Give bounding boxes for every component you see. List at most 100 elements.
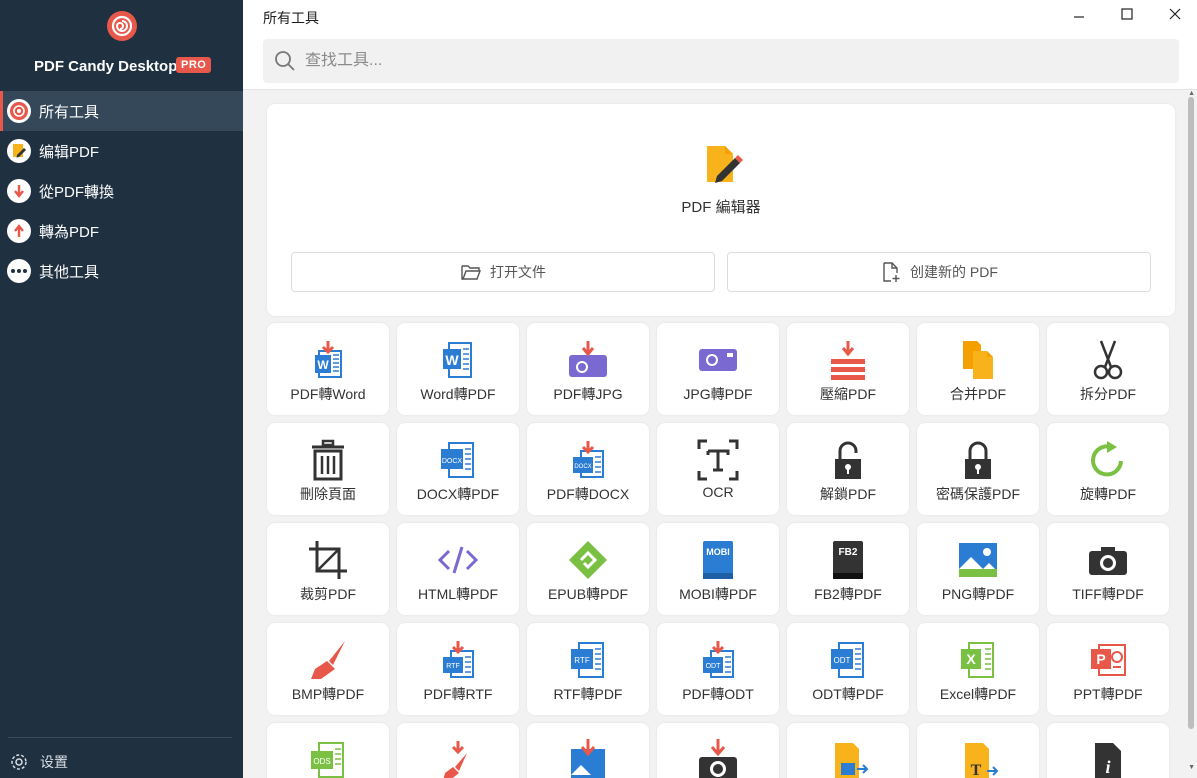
- tool-ocr[interactable]: OCR: [657, 423, 779, 515]
- sidebar-item-convert-from-pdf[interactable]: 從PDF轉換: [0, 171, 243, 211]
- protect-pdf-icon: [957, 439, 999, 481]
- maximize-button[interactable]: [1112, 2, 1142, 26]
- pdf-to-rtf-icon: RTF: [437, 639, 479, 681]
- tool-ppt-to-pdf[interactable]: P PPT轉PDF: [1047, 623, 1169, 715]
- candy-logo-icon: [106, 11, 137, 41]
- tool-mobi-to-pdf[interactable]: MOBI MOBI轉PDF: [657, 523, 779, 615]
- svg-text:ODT: ODT: [706, 663, 722, 670]
- tool-compress-pdf[interactable]: 壓縮PDF: [787, 323, 909, 415]
- tool-word-to-pdf[interactable]: W Word轉PDF: [397, 323, 519, 415]
- vertical-scrollbar[interactable]: [1188, 97, 1194, 729]
- tool-pdf-info[interactable]: i: [1047, 723, 1169, 778]
- unlock-pdf-icon: [827, 439, 869, 481]
- pdf-to-odt-icon: ODT: [697, 639, 739, 681]
- tool-pdf-to-png[interactable]: [527, 723, 649, 778]
- tool-pdf-to-odt[interactable]: ODT PDF轉ODT: [657, 623, 779, 715]
- tool-tiff-to-pdf[interactable]: TIFF轉PDF: [1047, 523, 1169, 615]
- svg-text:RTF: RTF: [446, 663, 459, 670]
- sidebar-item-label: 轉為PDF: [39, 223, 100, 241]
- scroll-down-icon[interactable]: ▼: [1188, 764, 1195, 771]
- tool-split-pdf[interactable]: 拆分PDF: [1047, 323, 1169, 415]
- tool-excel-to-pdf[interactable]: X Excel轉PDF: [917, 623, 1039, 715]
- svg-text:DOCX: DOCX: [574, 464, 591, 470]
- html-to-pdf-icon: [437, 539, 479, 581]
- sidebar-item-edit-pdf[interactable]: 编辑PDF: [0, 131, 243, 171]
- tool-txt-to-pdf[interactable]: T: [917, 723, 1039, 778]
- open-file-button[interactable]: 打开文件: [291, 252, 715, 292]
- tool-pdf-to-docx[interactable]: DOCX PDF轉DOCX: [527, 423, 649, 515]
- tool-image-to-pdf[interactable]: [787, 723, 909, 778]
- rotate-pdf-icon: [1087, 439, 1129, 481]
- tool-rtf-to-pdf[interactable]: RTF RTF轉PDF: [527, 623, 649, 715]
- new-file-icon: [883, 262, 900, 282]
- tool-png-to-pdf[interactable]: PNG轉PDF: [917, 523, 1039, 615]
- tool-label: PDF轉RTF: [423, 686, 493, 702]
- sidebar-item-label: 所有工具: [39, 103, 100, 121]
- sidebar-item-convert-to-pdf[interactable]: 轉為PDF: [0, 211, 243, 251]
- tool-unlock-pdf[interactable]: 解鎖PDF: [787, 423, 909, 515]
- settings-button[interactable]: 设置: [10, 752, 68, 772]
- tool-pdf-to-bmp[interactable]: [397, 723, 519, 778]
- folder-open-icon: [461, 265, 482, 280]
- tool-html-to-pdf[interactable]: HTML轉PDF: [397, 523, 519, 615]
- tool-label: 解鎖PDF: [820, 486, 876, 502]
- tool-bmp-to-pdf[interactable]: BMP轉PDF: [267, 623, 389, 715]
- svg-text:MOBI: MOBI: [706, 547, 730, 557]
- scroll-up-icon[interactable]: ▲: [1188, 90, 1195, 97]
- tool-rotate-pdf[interactable]: 旋轉PDF: [1047, 423, 1169, 515]
- svg-text:P: P: [1096, 651, 1105, 667]
- maximize-icon: [1121, 8, 1133, 20]
- tool-protect-pdf[interactable]: 密碼保護PDF: [917, 423, 1039, 515]
- pdf-to-png-icon: [567, 739, 609, 778]
- pdf-to-word-icon: W: [307, 339, 349, 381]
- tool-jpg-to-pdf[interactable]: JPG轉PDF: [657, 323, 779, 415]
- divider: [8, 737, 232, 738]
- sidebar-item-all-tools[interactable]: 所有工具: [0, 91, 243, 131]
- excel-to-pdf-icon: X: [957, 639, 999, 681]
- pdf-to-tiff-icon: [697, 739, 739, 778]
- tool-docx-to-pdf[interactable]: DOCX DOCX轉PDF: [397, 423, 519, 515]
- tool-label: PDF轉ODT: [682, 686, 754, 702]
- arrow-down-icon: [7, 179, 31, 203]
- tool-pdf-to-jpg[interactable]: PDF轉JPG: [527, 323, 649, 415]
- tool-ods-to-pdf[interactable]: ODS: [267, 723, 389, 778]
- tool-crop-pdf[interactable]: 裁剪PDF: [267, 523, 389, 615]
- svg-text:FB2: FB2: [839, 547, 858, 558]
- mobi-to-pdf-icon: MOBI: [697, 539, 739, 581]
- txt-to-pdf-icon: T: [957, 739, 999, 778]
- tool-fb2-to-pdf[interactable]: FB2 FB2轉PDF: [787, 523, 909, 615]
- crop-pdf-icon: [307, 539, 349, 581]
- tool-pdf-to-word[interactable]: W PDF轉Word: [267, 323, 389, 415]
- tool-label: 合并PDF: [950, 386, 1006, 402]
- tool-delete-pages[interactable]: 刪除頁面: [267, 423, 389, 515]
- create-new-pdf-button[interactable]: 创建新的 PDF: [727, 252, 1151, 292]
- tool-pdf-to-tiff[interactable]: [657, 723, 779, 778]
- sidebar-item-other-tools[interactable]: 其他工具: [0, 251, 243, 291]
- delete-pages-icon: [307, 439, 349, 481]
- tool-label: Word轉PDF: [420, 386, 496, 402]
- svg-text:T: T: [971, 762, 982, 778]
- svg-text:ODT: ODT: [834, 656, 851, 665]
- tool-odt-to-pdf[interactable]: ODT ODT轉PDF: [787, 623, 909, 715]
- close-icon: [1169, 8, 1181, 20]
- tool-merge-pdf[interactable]: 合并PDF: [917, 323, 1039, 415]
- main-content: PDF 編辑器 打开文件 创建新的 PDF W PDF轉Word W Word轉…: [243, 91, 1197, 778]
- docx-to-pdf-icon: DOCX: [437, 439, 479, 481]
- tool-label: DOCX轉PDF: [416, 486, 500, 502]
- bmp-to-pdf-icon: [307, 639, 349, 681]
- tool-label: 旋轉PDF: [1080, 486, 1136, 502]
- tool-pdf-to-rtf[interactable]: RTF PDF轉RTF: [397, 623, 519, 715]
- pdf-editor-card[interactable]: PDF 編辑器 打开文件 创建新的 PDF: [267, 104, 1175, 316]
- brand-name: PDF Candy Desktop: [34, 58, 178, 75]
- tool-label: EPUB轉PDF: [547, 586, 629, 602]
- minimize-icon: [1074, 16, 1084, 18]
- tool-label: TIFF轉PDF: [1072, 586, 1144, 602]
- close-button[interactable]: [1160, 2, 1190, 26]
- search-box[interactable]: [263, 39, 1179, 83]
- minimize-button[interactable]: [1064, 2, 1094, 26]
- tool-label: 壓縮PDF: [820, 386, 876, 402]
- pdf-to-docx-icon: DOCX: [567, 439, 609, 481]
- tool-epub-to-pdf[interactable]: EPUB轉PDF: [527, 523, 649, 615]
- search-input[interactable]: [305, 52, 1179, 70]
- tool-label: 刪除頁面: [300, 486, 356, 502]
